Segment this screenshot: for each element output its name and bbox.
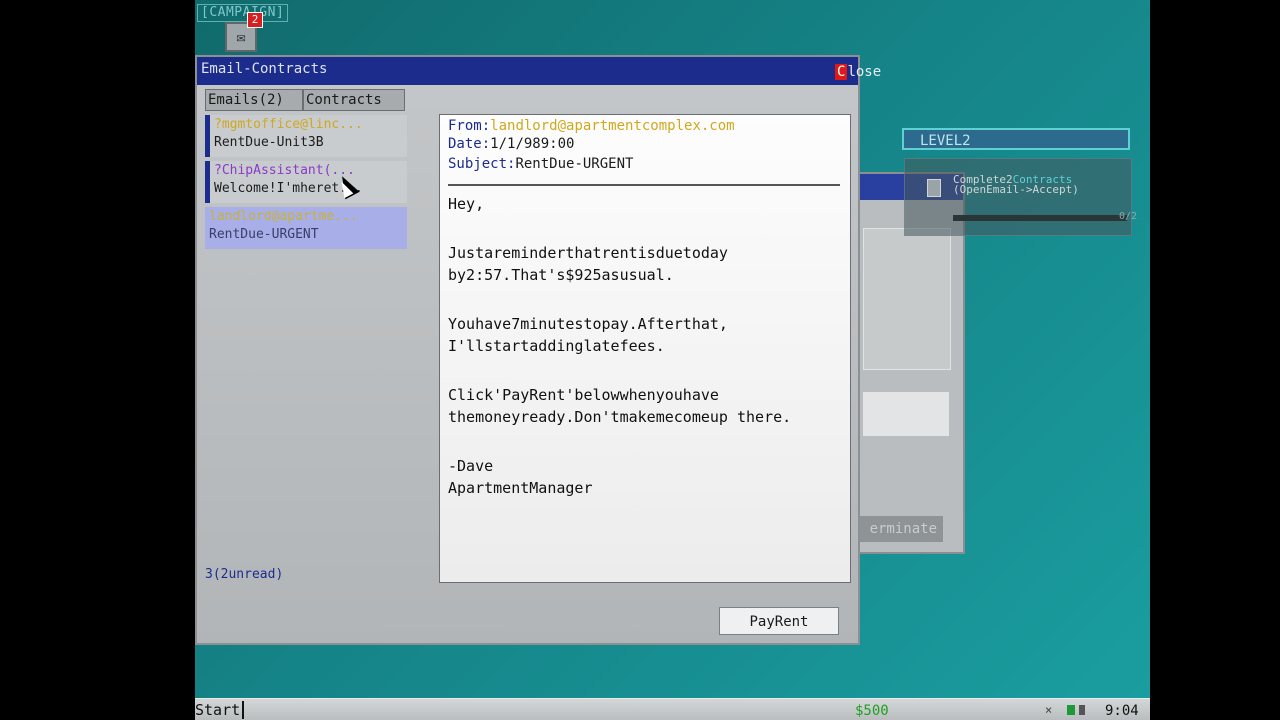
email-subject: RentDue-Unit3B: [214, 135, 324, 150]
money-display: $500: [855, 703, 889, 719]
level-task-box: Complete2Contracts (OpenEmail->Accept) 0…: [904, 158, 1137, 236]
date-label: Date:: [448, 136, 491, 152]
from-label: From:: [448, 118, 491, 134]
subject-value: RentDue-URGENT: [515, 156, 634, 172]
tray-close-icon[interactable]: ×: [1045, 702, 1052, 718]
email-list-item-selected[interactable]: landlord@apartme... RentDue-URGENT: [205, 207, 407, 249]
close-button-initial: C: [835, 64, 848, 80]
email-sender: ?ChipAssistant(...: [214, 163, 355, 178]
tab-contracts[interactable]: Contracts: [303, 89, 405, 111]
body-paragraph: Hey,: [448, 195, 485, 213]
email-reader: From:landlord@apartmentcomplex.com Date:…: [439, 114, 851, 583]
body-paragraph: Click'PayRent'belowwhenyouhave themoneyr…: [448, 386, 792, 426]
level-title: LEVEL2: [902, 128, 1130, 150]
header-divider: [448, 184, 840, 186]
subject-header: Subject:RentDue-URGENT: [448, 155, 633, 173]
date-value: 1/1/989:00: [490, 136, 575, 152]
window-title: Email-Contracts: [201, 61, 328, 77]
date-header: Date:1/1/989:00: [448, 135, 574, 153]
pay-rent-button[interactable]: PayRent: [719, 607, 839, 635]
level-progress-count: 0/2: [1118, 211, 1137, 222]
taskbar: Start $500 × 9:04: [195, 698, 1150, 720]
unread-count: 3(2unread): [205, 567, 284, 582]
battery-icon: [1067, 705, 1075, 715]
signature-name: -Dave: [448, 457, 494, 475]
desktop: [CAMPAIGN] ✉ 2 erminate LEVEL2 Complete2…: [195, 0, 1150, 720]
email-subject: RentDue-URGENT: [209, 227, 319, 242]
from-value: landlord@apartmentcomplex.com: [490, 118, 735, 134]
email-body: Hey, Justareminderthatrentisduetoday by2…: [448, 193, 843, 499]
body-paragraph: Justareminderthatrentisduetoday by2:57.T…: [448, 244, 728, 284]
level-task: Complete2Contracts (OpenEmail->Accept): [953, 174, 1079, 196]
level-panel: LEVEL2 Complete2Contracts (OpenEmail->Ac…: [902, 128, 1137, 236]
signature-title: ApartmentManager: [448, 479, 593, 497]
close-button-rest: lose: [847, 64, 882, 80]
tab-emails[interactable]: Emails(2): [205, 89, 303, 111]
terminate-button[interactable]: erminate: [857, 516, 943, 542]
email-window: Email-Contracts Close Emails(2) Contract…: [195, 55, 881, 645]
document-icon: [927, 179, 941, 197]
level-progress-bar: [953, 215, 1127, 221]
mail-badge: 2: [247, 12, 263, 28]
close-button[interactable]: Close: [835, 63, 881, 81]
subject-label: Subject:: [448, 156, 516, 172]
email-sender: ?mgmtoffice@linc...: [214, 117, 363, 132]
campaign-label[interactable]: [CAMPAIGN]: [197, 4, 289, 22]
from-header: From:landlord@apartmentcomplex.com: [448, 117, 735, 135]
background-window-panel: [863, 228, 951, 370]
email-subject: Welcome!I'mheret...: [214, 181, 363, 196]
email-sender: landlord@apartme...: [209, 209, 358, 224]
email-list-item[interactable]: ?mgmtoffice@linc... RentDue-Unit3B: [205, 115, 407, 157]
level-task-hint: (OpenEmail->Accept): [953, 183, 1079, 196]
start-button[interactable]: Start: [195, 701, 245, 719]
background-window-field: [863, 392, 949, 436]
signal-icon: [1079, 705, 1085, 715]
window-titlebar[interactable]: Email-Contracts Close: [197, 57, 881, 85]
clock: 9:04: [1105, 703, 1139, 719]
body-paragraph: Youhave7minutestopay.Afterthat, I'llstar…: [448, 315, 728, 355]
email-list-item[interactable]: ?ChipAssistant(... Welcome!I'mheret...: [205, 161, 407, 203]
